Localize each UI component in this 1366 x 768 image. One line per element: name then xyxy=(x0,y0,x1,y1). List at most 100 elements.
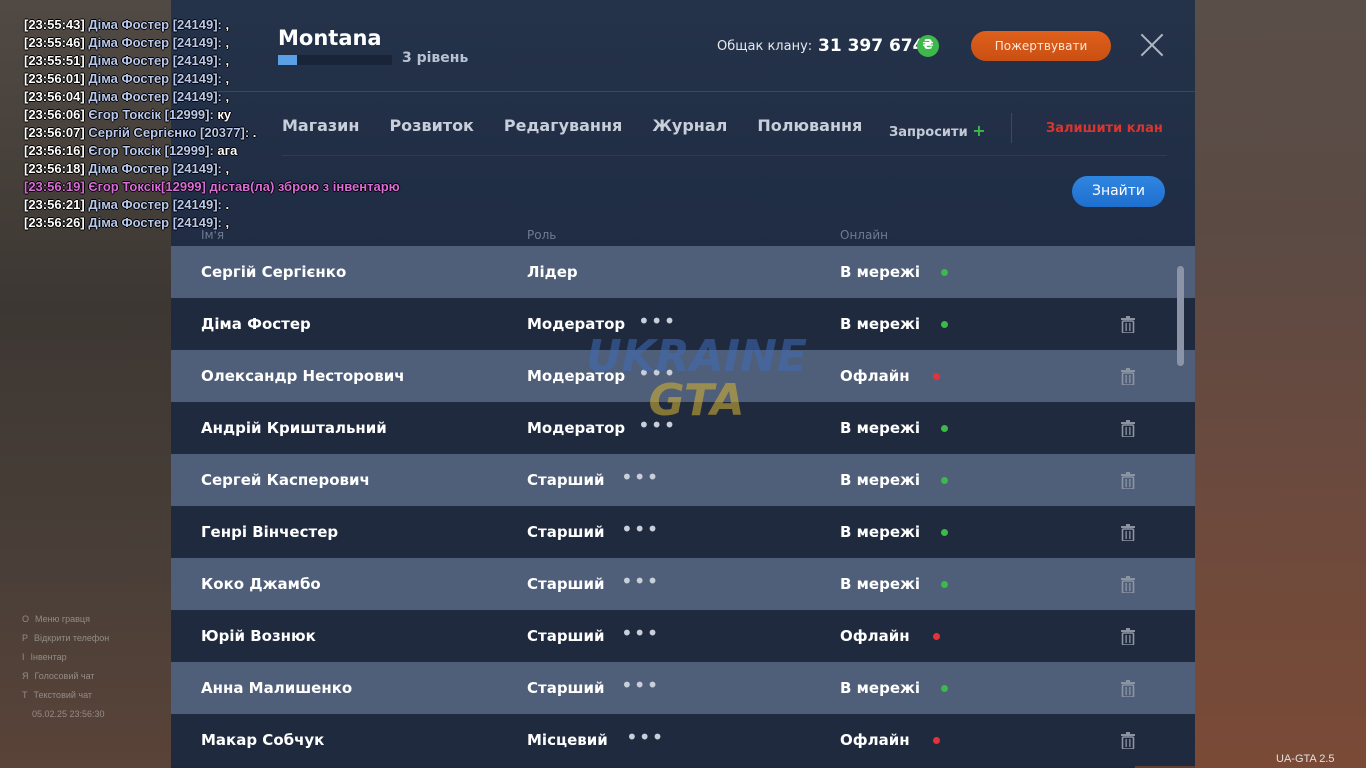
invite-button[interactable]: Запросити + xyxy=(889,121,986,140)
column-header-role: Роль xyxy=(527,228,557,242)
trash-icon[interactable] xyxy=(1121,628,1135,646)
chat-message: , xyxy=(221,215,230,230)
more-options-icon[interactable]: ••• xyxy=(621,662,659,708)
online-indicator-icon xyxy=(941,685,948,692)
chat-time: [23:56:07] xyxy=(24,125,85,140)
tab-editing[interactable]: Редагування xyxy=(504,116,622,135)
member-status: В мережі xyxy=(840,523,921,541)
trash-icon[interactable] xyxy=(1121,524,1135,542)
hud-hint-label: Текстовий чат xyxy=(33,690,93,700)
member-status: В мережі xyxy=(840,315,921,333)
chat-message: ага xyxy=(213,143,238,158)
chat-line: [23:56:18] Діма Фостер [24149]: , xyxy=(24,160,400,178)
donate-button[interactable]: Пожертвувати xyxy=(971,31,1111,61)
trash-icon[interactable] xyxy=(1121,368,1135,386)
leave-clan-button[interactable]: Залишити клан xyxy=(1046,121,1163,136)
online-indicator-icon xyxy=(941,269,948,276)
more-options-icon[interactable]: ••• xyxy=(621,558,659,604)
hud-key: I xyxy=(22,652,25,662)
hud-key: P xyxy=(22,633,29,643)
hud-hint-label: Голосовий чат xyxy=(34,671,95,681)
table-row[interactable]: Коко Джамбо Старший ••• В мережі xyxy=(171,558,1195,610)
member-name: Сергій Сергієнко xyxy=(201,263,347,281)
chat-line: [23:55:43] Діма Фостер [24149]: , xyxy=(24,16,400,34)
member-role: Місцевий xyxy=(527,731,608,749)
hud-hint: T Текстовий чат xyxy=(22,686,109,705)
hud-hint: I Інвентар xyxy=(22,648,109,667)
member-name: Діма Фостер xyxy=(201,315,311,333)
table-row[interactable]: Сергей Касперович Старший ••• В мережі xyxy=(171,454,1195,506)
chat-message: , xyxy=(221,35,230,50)
hud-key: T xyxy=(22,690,28,700)
chat-time: [23:56:21] xyxy=(24,197,85,212)
trash-icon[interactable] xyxy=(1121,472,1135,490)
chat-line: [23:56:21] Діма Фостер [24149]: . xyxy=(24,196,400,214)
close-icon[interactable] xyxy=(1139,32,1165,58)
chat-time: [23:55:46] xyxy=(24,35,85,50)
chat-nick: Діма Фостер [24149]: xyxy=(88,161,222,176)
game-background-right xyxy=(1195,0,1366,768)
chat-line: [23:56:06] Єгор Токсік [12999]: ку xyxy=(24,106,400,124)
chat-line: [23:56:16] Єгор Токсік [12999]: ага xyxy=(24,142,400,160)
chat-nick: Діма Фостер [24149]: xyxy=(88,35,222,50)
chat-message: , xyxy=(221,89,230,104)
chat-time: [23:56:16] xyxy=(24,143,85,158)
online-indicator-icon xyxy=(941,581,948,588)
column-header-online: Онлайн xyxy=(840,228,888,242)
more-options-icon[interactable]: ••• xyxy=(626,714,664,760)
trash-icon[interactable] xyxy=(1121,420,1135,438)
chat-nick: Діма Фостер [24149]: xyxy=(88,17,222,32)
hud-hint: Я Голосовий чат xyxy=(22,667,109,686)
chat-message: , xyxy=(221,71,230,86)
chat-message: , xyxy=(221,17,230,32)
tab-journal[interactable]: Журнал xyxy=(652,116,727,135)
chat-message: . xyxy=(249,125,257,140)
clan-level: 3 рівень xyxy=(402,50,469,66)
find-button[interactable]: Знайти xyxy=(1072,176,1165,207)
chat-nick: Діма Фостер [24149]: xyxy=(88,71,222,86)
trash-icon[interactable] xyxy=(1121,680,1135,698)
offline-indicator-icon xyxy=(933,633,940,640)
chat-message: , xyxy=(221,53,230,68)
member-role: Старший xyxy=(527,575,605,593)
hud-hint-label: Відкрити телефон xyxy=(34,633,110,643)
chat-time: [23:56:19] xyxy=(24,179,85,194)
hud-hint: O Меню гравця xyxy=(22,610,109,629)
chat-time: [23:56:01] xyxy=(24,71,85,86)
table-row[interactable]: Макар Собчук Місцевий ••• Офлайн xyxy=(171,714,1195,766)
member-status: В мережі xyxy=(840,575,921,593)
chat-time: [23:55:51] xyxy=(24,53,85,68)
chat-nick: Сергій Сергієнко [20377]: xyxy=(88,125,250,140)
trash-icon[interactable] xyxy=(1121,316,1135,334)
more-options-icon[interactable]: ••• xyxy=(621,506,659,552)
trash-icon[interactable] xyxy=(1121,732,1135,750)
offline-indicator-icon xyxy=(933,373,940,380)
member-role: Лідер xyxy=(527,263,578,281)
table-row[interactable]: Сергій Сергієнко Лідер В мережі xyxy=(171,246,1195,298)
hud-hint: P Відкрити телефон xyxy=(22,629,109,648)
more-options-icon[interactable]: ••• xyxy=(621,454,659,500)
bank-label: Общак клану: xyxy=(717,39,813,54)
chat-message: Єгор Токсік[12999] дістав(ла) зброю з ін… xyxy=(88,179,400,194)
hud-hint-label: Інвентар xyxy=(30,652,67,662)
hud-hint-label: Меню гравця xyxy=(35,614,90,624)
online-indicator-icon xyxy=(941,321,948,328)
member-name: Генрі Вінчестер xyxy=(201,523,339,541)
trash-icon[interactable] xyxy=(1121,576,1135,594)
table-row[interactable]: Юрій Вознюк Старший ••• Офлайн xyxy=(171,610,1195,662)
member-role: Старший xyxy=(527,523,605,541)
hud-key: O xyxy=(22,614,30,624)
more-options-icon[interactable]: ••• xyxy=(621,610,659,656)
tab-hunting[interactable]: Полювання xyxy=(757,116,862,135)
online-indicator-icon xyxy=(941,529,948,536)
tab-development[interactable]: Розвиток xyxy=(389,116,473,135)
chat-nick: Єгор Токсік [12999]: xyxy=(88,107,214,122)
table-row[interactable]: Генрі Вінчестер Старший ••• В мережі xyxy=(171,506,1195,558)
chat-line: [23:55:51] Діма Фостер [24149]: , xyxy=(24,52,400,70)
bank-value: 31 397 674 xyxy=(818,36,925,56)
table-scrollbar[interactable] xyxy=(1177,266,1184,366)
chat-line: [23:56:01] Діма Фостер [24149]: , xyxy=(24,70,400,88)
game-version: UA-GTA 2.5 xyxy=(1276,753,1335,765)
member-status: Офлайн xyxy=(840,627,910,645)
table-row[interactable]: Анна Малишенко Старший ••• В мережі xyxy=(171,662,1195,714)
